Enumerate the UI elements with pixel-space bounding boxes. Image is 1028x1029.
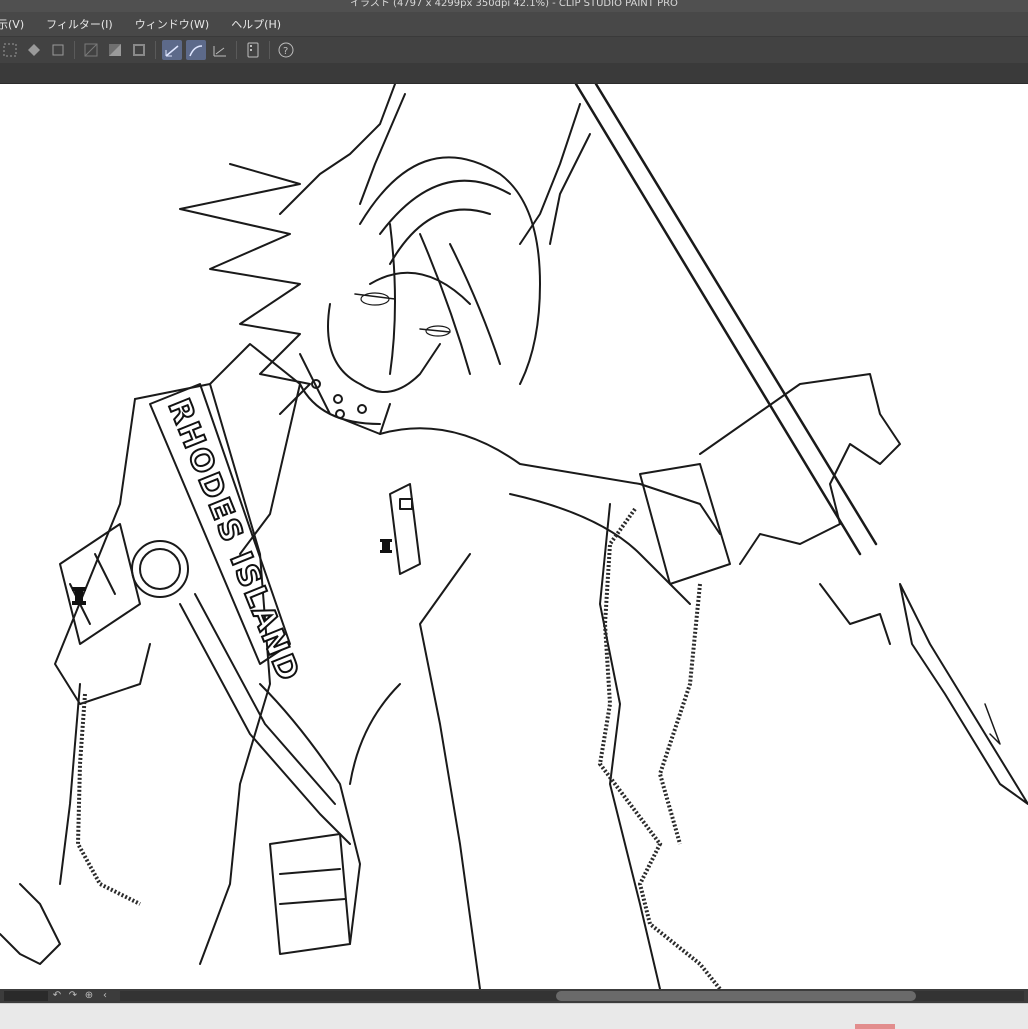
svg-text:?: ? bbox=[283, 46, 288, 57]
left-horn bbox=[279, 84, 396, 215]
download-icon[interactable]: ⊕ bbox=[82, 990, 96, 1002]
redo-icon[interactable]: ↷ bbox=[66, 990, 80, 1002]
window-title-bar: イラスト (4797 x 4299px 350dpi 42.1%) - CLIP… bbox=[0, 0, 1028, 12]
taskbar-app-indicator[interactable] bbox=[855, 1024, 895, 1029]
pen-curve-icon[interactable] bbox=[186, 40, 206, 60]
left-hand bbox=[0, 883, 61, 965]
navigator-thumbnail[interactable] bbox=[4, 991, 48, 1001]
toolbar-separator bbox=[74, 41, 75, 59]
horizontal-scrollbar[interactable] bbox=[120, 991, 1024, 1001]
collar bbox=[299, 353, 391, 435]
jacket-right bbox=[599, 503, 661, 989]
zipper-right bbox=[597, 507, 722, 989]
toolbar-separator bbox=[155, 41, 156, 59]
pouch bbox=[269, 833, 351, 955]
rook-emblem-icon bbox=[380, 539, 392, 553]
transparent-icon[interactable] bbox=[81, 40, 101, 60]
menu-window[interactable]: ウィンドウ(W) bbox=[135, 16, 209, 32]
toolbar-separator bbox=[236, 41, 237, 59]
sash-text: RHODES ISLAND bbox=[161, 394, 307, 687]
undo-icon[interactable]: ↶ bbox=[50, 990, 64, 1002]
help-icon[interactable]: ? bbox=[276, 40, 296, 60]
toolbar-separator bbox=[269, 41, 270, 59]
lineart-illustration: RHODES ISLAND bbox=[0, 84, 1028, 989]
drawing-canvas[interactable]: RHODES ISLAND bbox=[0, 84, 1028, 989]
command-toolbar: ? bbox=[0, 36, 1028, 64]
shoulder-patch bbox=[59, 523, 141, 645]
face-outline bbox=[327, 303, 441, 393]
mask-icon[interactable] bbox=[105, 40, 125, 60]
scrollbar-thumb[interactable] bbox=[556, 991, 916, 1001]
zipper-left bbox=[75, 693, 141, 906]
select-dotted-icon[interactable] bbox=[0, 40, 20, 60]
right-arm bbox=[379, 427, 721, 535]
device-icon[interactable] bbox=[243, 40, 263, 60]
frame-icon[interactable] bbox=[129, 40, 149, 60]
rook-emblem-icon bbox=[72, 587, 86, 605]
menu-view[interactable]: 表示(V) bbox=[0, 16, 24, 32]
canvas-tab-strip bbox=[0, 63, 1028, 84]
fill-icon[interactable] bbox=[24, 40, 44, 60]
window-title: イラスト (4797 x 4299px 350dpi 42.1%) - CLIP… bbox=[350, 0, 678, 9]
spear-head bbox=[899, 583, 1028, 805]
pen-stroke-icon[interactable] bbox=[162, 40, 182, 60]
os-taskbar bbox=[0, 1003, 1028, 1029]
menu-filter[interactable]: フィルター(I) bbox=[46, 16, 113, 32]
ruler-icon[interactable] bbox=[210, 40, 230, 60]
canvas-status-bar: ↶ ↷ ⊕ ‹ bbox=[0, 989, 1028, 1003]
menu-bar: 表示(V) フィルター(I) ウィンドウ(W) ヘルプ(H) bbox=[0, 12, 1028, 36]
chevron-left-icon[interactable]: ‹ bbox=[98, 990, 112, 1002]
menu-help[interactable]: ヘルプ(H) bbox=[231, 16, 281, 32]
crop-icon[interactable] bbox=[48, 40, 68, 60]
